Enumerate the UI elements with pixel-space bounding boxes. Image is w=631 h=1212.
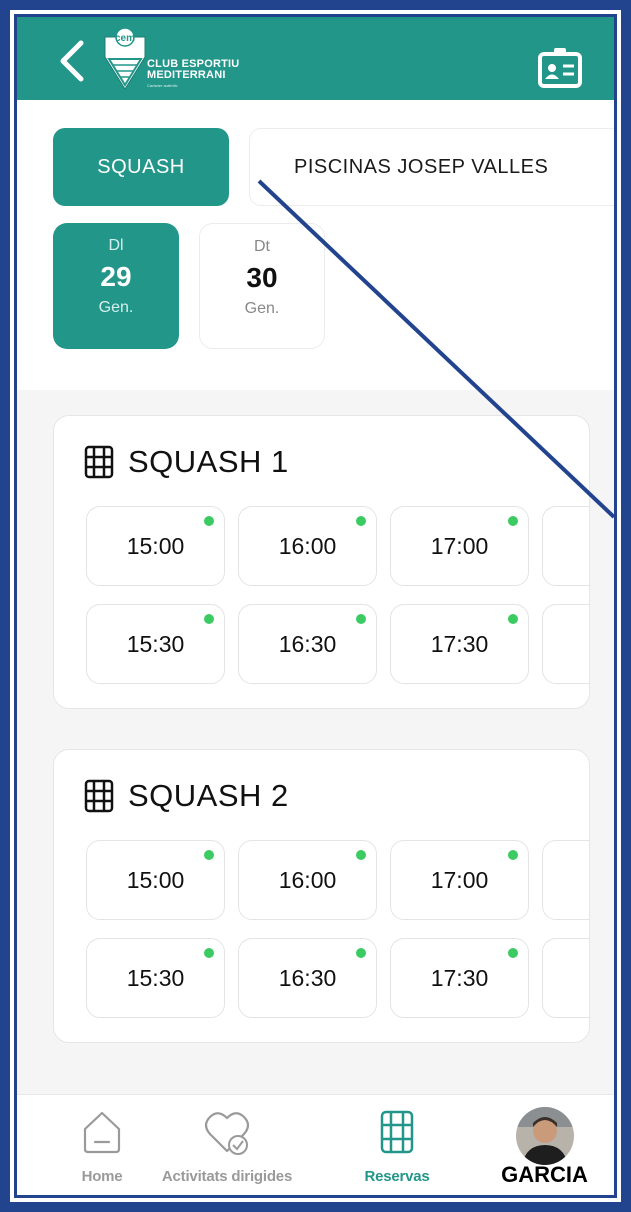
user-name: GARCIA bbox=[501, 1162, 588, 1187]
time-slot[interactable]: 17:00 bbox=[390, 840, 529, 920]
court-icon bbox=[84, 445, 114, 479]
available-dot-icon bbox=[356, 516, 366, 526]
svg-text:cem: cem bbox=[115, 33, 135, 44]
time-slot[interactable]: 18 bbox=[542, 506, 589, 586]
court-icon bbox=[84, 779, 114, 813]
time-slot[interactable]: 16:30 bbox=[238, 604, 377, 684]
nav-activities[interactable]: Activitats dirigides bbox=[147, 1095, 307, 1195]
time-slot[interactable]: 17:30 bbox=[390, 604, 529, 684]
available-dot-icon bbox=[204, 948, 214, 958]
time-slot[interactable]: 18 bbox=[542, 840, 589, 920]
nav-bookings[interactable]: Reservas bbox=[342, 1095, 452, 1195]
available-dot-icon bbox=[356, 948, 366, 958]
home-icon bbox=[83, 1111, 121, 1154]
available-dot-icon bbox=[356, 850, 366, 860]
available-dot-icon bbox=[508, 516, 518, 526]
member-card-button[interactable] bbox=[536, 46, 584, 90]
day-chip[interactable]: Dt 30 Gen. bbox=[199, 223, 325, 349]
user-avatar-icon bbox=[515, 1107, 574, 1165]
sport-chip-piscinas[interactable]: PISCINAS JOSEP VALLES bbox=[249, 128, 614, 206]
available-dot-icon bbox=[508, 948, 518, 958]
day-chip-selected[interactable]: Dl 29 Gen. bbox=[53, 223, 179, 349]
heart-check-icon bbox=[204, 1112, 250, 1155]
club-crest-icon: cem bbox=[104, 27, 146, 90]
nav-profile[interactable]: GARCIA bbox=[487, 1095, 602, 1195]
time-slot[interactable]: 17:30 bbox=[390, 938, 529, 1018]
available-dot-icon bbox=[356, 614, 366, 624]
time-slot[interactable]: 16:00 bbox=[238, 506, 377, 586]
available-dot-icon bbox=[204, 850, 214, 860]
nav-home[interactable]: Home bbox=[57, 1095, 147, 1195]
time-slot[interactable]: 15:30 bbox=[86, 604, 225, 684]
back-button[interactable] bbox=[55, 39, 89, 83]
bottom-nav: Home Activitats dirigides Reservas GARCI… bbox=[17, 1094, 614, 1195]
avatar bbox=[515, 1107, 574, 1165]
day-number: 29 bbox=[100, 261, 132, 292]
court-card-squash-1: SQUASH 1 15:00 16:00 17:00 18 15:30 16:3… bbox=[53, 415, 590, 709]
day-month: Gen. bbox=[244, 300, 280, 317]
time-slot[interactable]: 17:00 bbox=[390, 506, 529, 586]
chevron-left-icon bbox=[60, 40, 84, 82]
time-slot[interactable]: 15:00 bbox=[86, 840, 225, 920]
time-slot[interactable]: 15:30 bbox=[86, 938, 225, 1018]
day-month: Gen. bbox=[98, 299, 134, 316]
selector-panel: SQUASH PISCINAS JOSEP VALLES Dl 29 Gen. … bbox=[17, 100, 614, 390]
club-name: CLUB ESPORTIU MEDITERRANI bbox=[147, 58, 240, 81]
sport-chip-squash[interactable]: SQUASH bbox=[53, 128, 229, 206]
day-number: 30 bbox=[246, 262, 278, 293]
club-tagline: Caràcter autèntic bbox=[147, 83, 178, 88]
id-card-icon bbox=[538, 48, 582, 88]
time-slot[interactable]: 16:00 bbox=[238, 840, 377, 920]
court-title: SQUASH 1 bbox=[84, 444, 289, 480]
time-slot[interactable]: 15:00 bbox=[86, 506, 225, 586]
time-slot[interactable]: 1 bbox=[542, 938, 589, 1018]
court-icon bbox=[380, 1110, 414, 1154]
app-viewport: cem CLUB ESPORTIU MEDITERRANI Caràcter a… bbox=[14, 14, 617, 1198]
available-dot-icon bbox=[204, 516, 214, 526]
nav-bookings-label: Reservas bbox=[364, 1168, 430, 1185]
day-weekday: Dl bbox=[108, 237, 124, 254]
nav-activities-label: Activitats dirigides bbox=[161, 1168, 293, 1185]
nav-home-label: Home bbox=[81, 1168, 123, 1185]
available-dot-icon bbox=[204, 614, 214, 624]
available-dot-icon bbox=[508, 614, 518, 624]
court-card-squash-2: SQUASH 2 15:00 16:00 17:00 18 15:30 16:3… bbox=[53, 749, 590, 1043]
day-weekday: Dt bbox=[254, 238, 270, 255]
available-dot-icon bbox=[508, 850, 518, 860]
time-slot[interactable]: 16:30 bbox=[238, 938, 377, 1018]
time-slot[interactable]: 1 bbox=[542, 604, 589, 684]
app-header: cem CLUB ESPORTIU MEDITERRANI Caràcter a… bbox=[17, 17, 614, 100]
court-title: SQUASH 2 bbox=[84, 778, 289, 814]
